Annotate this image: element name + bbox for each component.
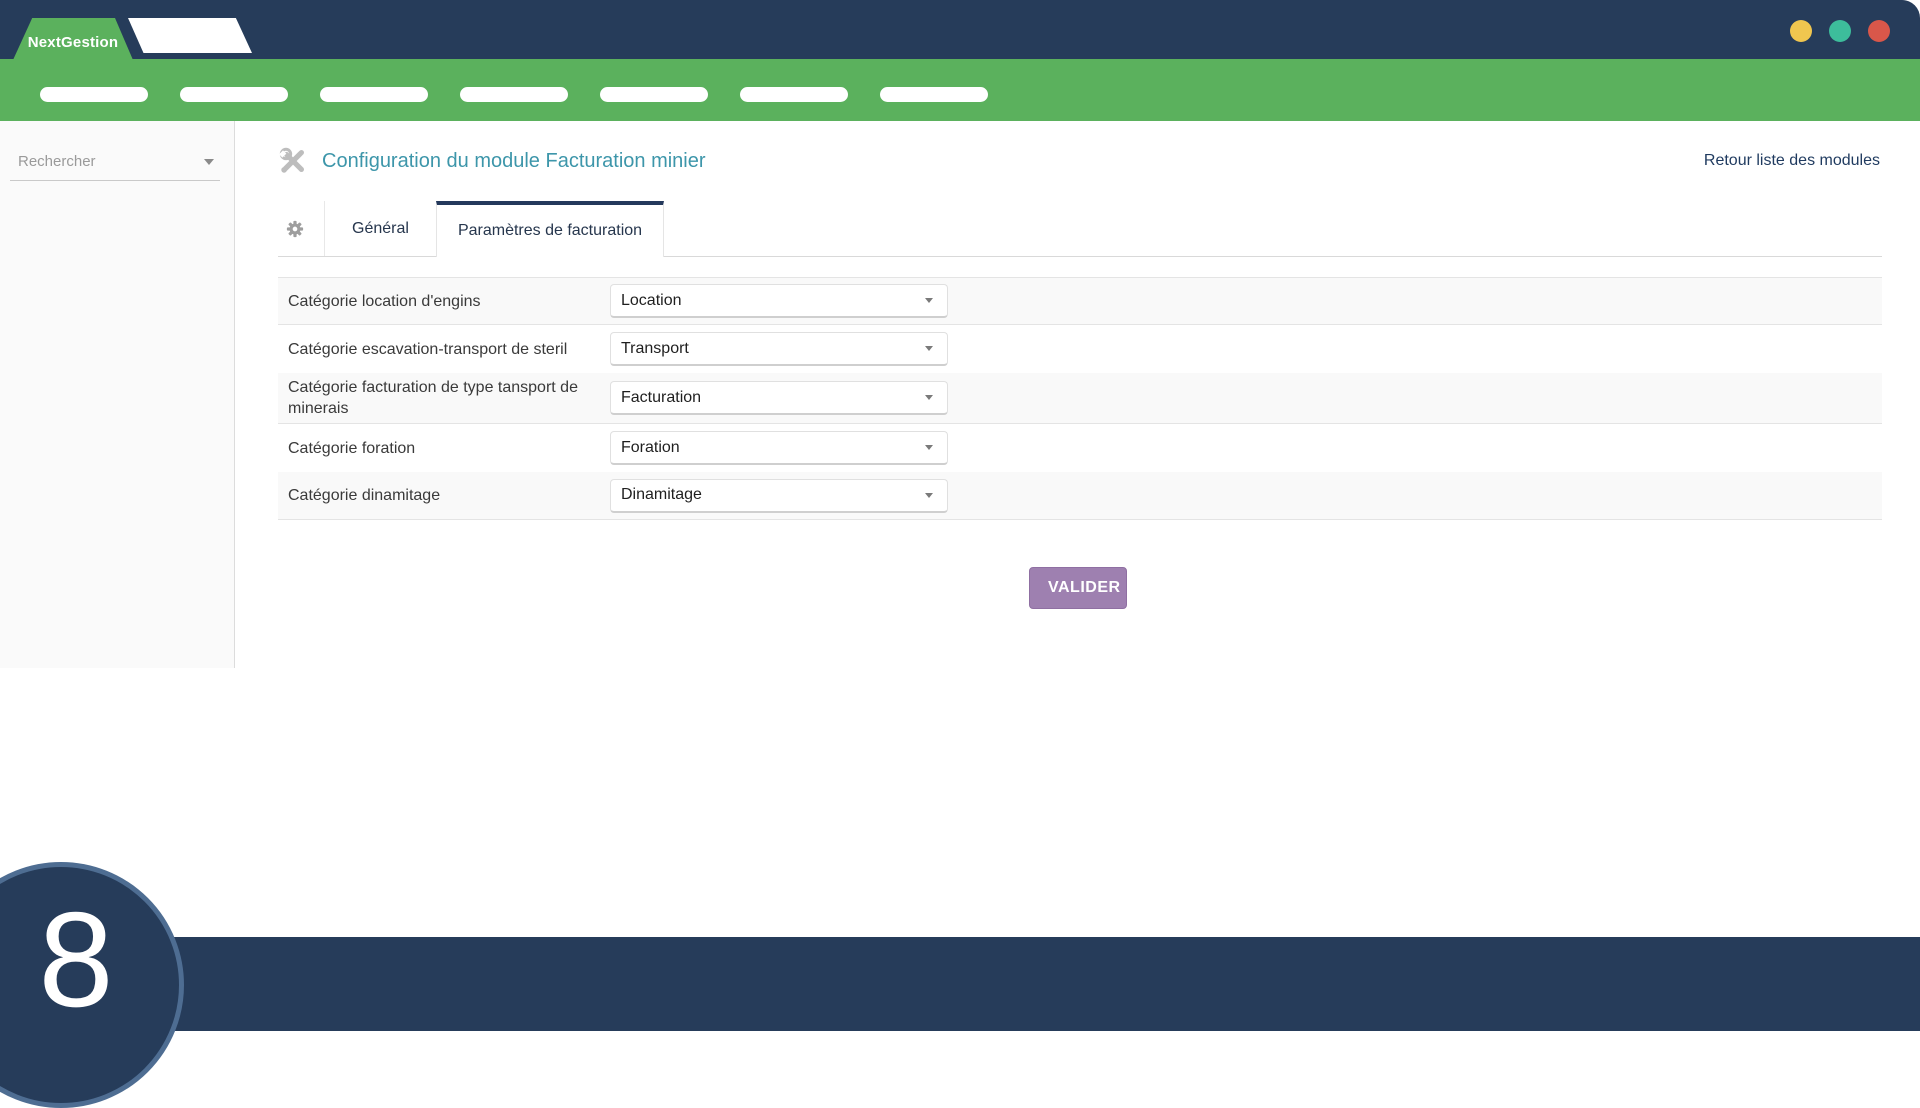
chevron-down-icon — [925, 298, 933, 303]
field-label: Catégorie facturation de type tansport d… — [288, 377, 610, 419]
tools-icon — [278, 146, 308, 176]
page-title: Configuration du module Facturation mini… — [322, 150, 706, 173]
nav-pill[interactable] — [880, 87, 988, 102]
nav-pill[interactable] — [600, 87, 708, 102]
page-number-badge: 8 — [0, 862, 184, 1108]
nav-pill[interactable] — [460, 87, 568, 102]
tabs-bar: Général Paramètres de facturation — [278, 201, 1882, 257]
field-label: Catégorie foration — [288, 438, 610, 459]
form-row: Catégorie escavation-transport de steril… — [278, 325, 1882, 373]
form-row: Catégorie facturation de type tansport d… — [278, 373, 1882, 424]
gear-icon[interactable] — [286, 220, 304, 238]
chevron-down-icon — [925, 395, 933, 400]
select-categorie-location-engins[interactable]: Location — [610, 284, 948, 318]
select-categorie-escavation-transport[interactable]: Transport — [610, 332, 948, 366]
top-bar: NextGestion — [0, 0, 1920, 59]
footer-bar — [0, 937, 1920, 1031]
brand-tab[interactable]: NextGestion — [13, 18, 133, 60]
select-categorie-dinamitage[interactable]: Dinamitage — [610, 479, 948, 513]
sidebar: Rechercher — [0, 121, 235, 668]
tab-general[interactable]: Général — [324, 201, 436, 256]
search-input[interactable]: Rechercher — [10, 145, 220, 181]
field-label: Catégorie dinamitage — [288, 485, 610, 506]
main-nav-bar — [0, 59, 1920, 121]
brand-logo-text: NextGestion — [28, 28, 119, 51]
settings-form: Catégorie location d'engins Location Cat… — [278, 277, 1882, 520]
field-label: Catégorie escavation-transport de steril — [288, 339, 610, 360]
nav-pill[interactable] — [40, 87, 148, 102]
chevron-down-icon — [925, 346, 933, 351]
window-controls — [1790, 20, 1890, 42]
form-row: Catégorie dinamitage Dinamitage — [278, 472, 1882, 520]
valider-button[interactable]: VALIDER — [1029, 567, 1127, 609]
select-categorie-facturation-transport-minerais[interactable]: Facturation — [610, 381, 948, 415]
form-row: Catégorie foration Foration — [278, 424, 1882, 472]
main-content: Configuration du module Facturation mini… — [236, 121, 1920, 937]
chevron-down-icon — [925, 493, 933, 498]
chevron-down-icon — [925, 445, 933, 450]
nav-pill[interactable] — [740, 87, 848, 102]
page-number: 8 — [38, 892, 113, 1027]
form-row: Catégorie location d'engins Location — [278, 277, 1882, 325]
window-dot-teal[interactable] — [1829, 20, 1851, 42]
tab-parametres-facturation[interactable]: Paramètres de facturation — [436, 201, 664, 257]
search-placeholder: Rechercher — [18, 153, 96, 170]
field-label: Catégorie location d'engins — [288, 291, 610, 312]
nav-pill[interactable] — [180, 87, 288, 102]
chevron-down-icon — [204, 159, 214, 165]
page-header: Configuration du module Facturation mini… — [236, 121, 1920, 176]
brand-flag-decoration — [128, 18, 252, 53]
select-categorie-foration[interactable]: Foration — [610, 431, 948, 465]
window-dot-red[interactable] — [1868, 20, 1890, 42]
nav-pill[interactable] — [320, 87, 428, 102]
back-to-modules-link[interactable]: Retour liste des modules — [1704, 152, 1880, 170]
window-dot-yellow[interactable] — [1790, 20, 1812, 42]
